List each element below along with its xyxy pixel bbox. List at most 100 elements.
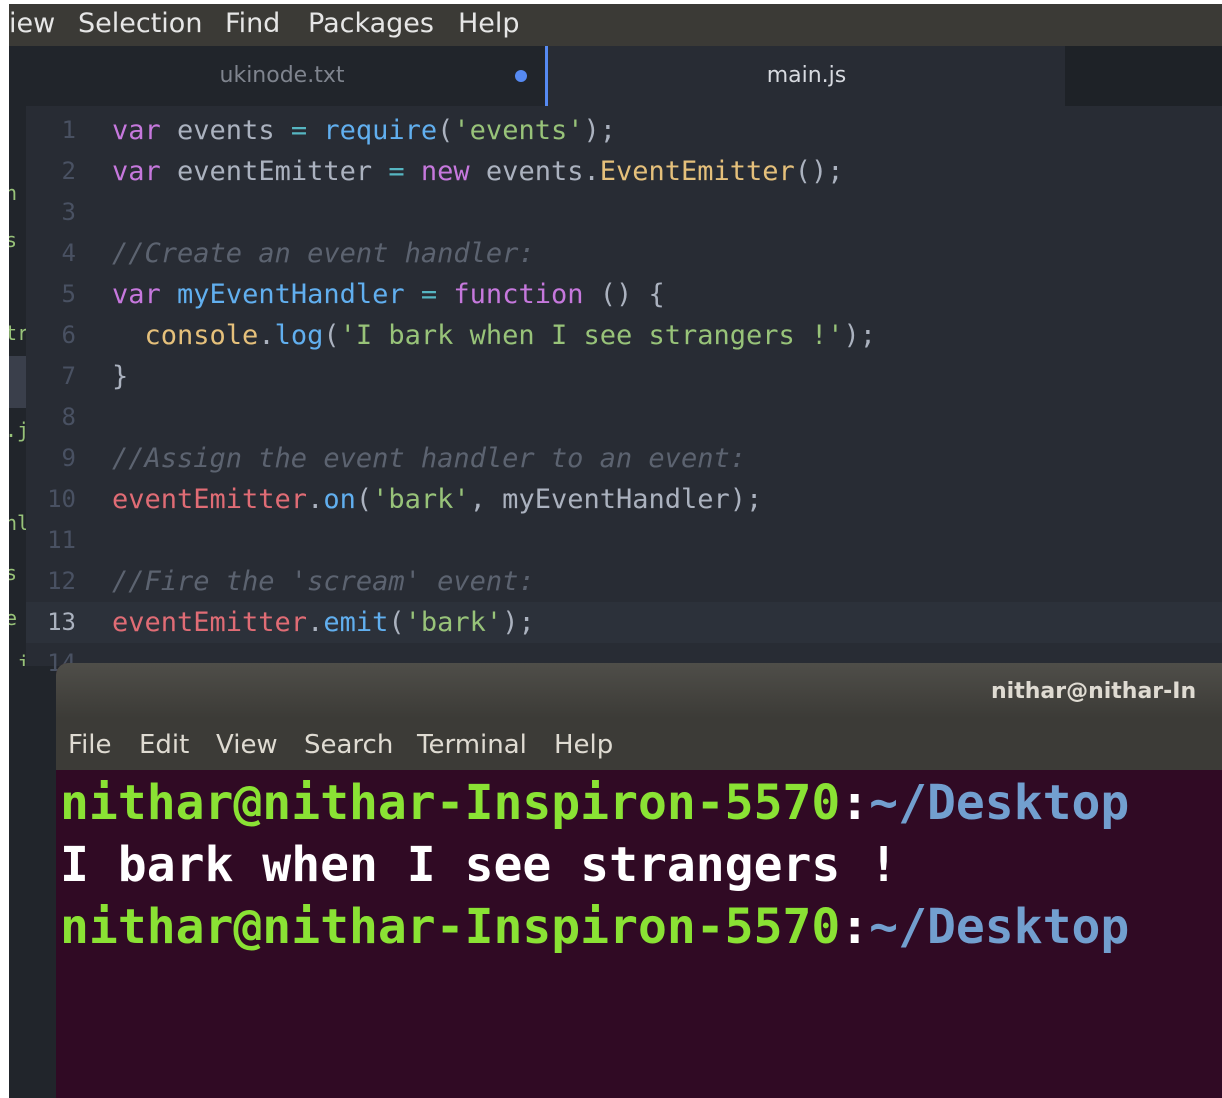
line-number[interactable]: 9	[26, 438, 76, 479]
line-number[interactable]: 7	[26, 356, 76, 397]
code-token: .	[307, 484, 324, 515]
menu-selection[interactable]: Selection	[78, 4, 202, 46]
prompt-separator: :	[840, 775, 870, 831]
code-token: 'I bark when I see strangers !'	[339, 320, 844, 351]
terminal-menu-file[interactable]: File	[68, 718, 112, 770]
tree-item[interactable]: e	[9, 606, 17, 630]
terminal-menubar: File Edit View Search Terminal Help	[56, 718, 1222, 770]
tree-item[interactable]: .j:	[9, 651, 26, 666]
line-number[interactable]: 4	[26, 233, 76, 274]
code-line[interactable]: eventEmitter.on('bark', myEventHandler);	[112, 479, 762, 520]
tree-item[interactable]: s	[9, 228, 17, 252]
code-line[interactable]: //Create an event handler:	[112, 233, 535, 274]
code-token: require	[323, 115, 438, 146]
tree-item[interactable]: tr	[9, 321, 26, 345]
line-number[interactable]: 13	[26, 602, 76, 643]
code-line[interactable]: eventEmitter.emit('bark');	[112, 602, 535, 643]
tree-item[interactable]: s	[9, 561, 17, 585]
code-token: );	[583, 115, 616, 146]
terminal-prompt-line: nithar@nithar-Inspiron-5570:~/Desktop	[60, 772, 1129, 834]
menu-view[interactable]: iew	[9, 4, 55, 46]
prompt-path: ~/Desktop	[869, 775, 1130, 831]
code-token: );	[502, 607, 535, 638]
prompt-user: nithar@nithar-Inspiron-5570	[60, 775, 841, 831]
code-token: myEventHandler	[177, 279, 405, 310]
tab-ukinode-txt[interactable]: ukinode.txt	[21, 46, 543, 106]
code-token: , myEventHandler);	[469, 484, 763, 515]
code-token: events.	[469, 156, 600, 187]
code-line[interactable]: }	[112, 356, 128, 397]
line-number[interactable]: 10	[26, 479, 76, 520]
code-token: 'events'	[453, 115, 584, 146]
code-token: eventEmitter	[160, 156, 389, 187]
terminal-titlebar[interactable]: nithar@nithar-In	[56, 663, 1222, 718]
code-token: =	[290, 115, 308, 146]
terminal-menu-edit[interactable]: Edit	[139, 718, 189, 770]
code-token: emit	[323, 607, 389, 638]
tree-item[interactable]: n	[9, 181, 17, 205]
code-token: =	[388, 156, 405, 187]
code-editor[interactable]: 1234567891011121314var events = require(…	[26, 106, 1222, 677]
tab-label: main.js	[766, 63, 847, 88]
code-line[interactable]: var myEventHandler = function () {	[112, 274, 665, 315]
code-token: EventEmitter	[599, 156, 795, 187]
code-token: =	[420, 279, 438, 310]
code-token: }	[112, 361, 129, 392]
tab-bar-empty-area	[1065, 46, 1222, 106]
code-token: eventEmitter	[112, 484, 308, 515]
code-token: ();	[794, 156, 844, 187]
code-token: .	[307, 607, 324, 638]
prompt-path: ~/Desktop	[869, 899, 1130, 955]
terminal-output[interactable]: nithar@nithar-Inspiron-5570:~/Desktop I …	[56, 770, 1222, 1098]
code-line[interactable]: //Fire the 'scream' event:	[112, 561, 535, 602]
tab-main-js[interactable]: main.js	[545, 46, 1065, 106]
terminal-menu-search[interactable]: Search	[304, 718, 393, 770]
code-token: 'bark'	[404, 607, 503, 638]
code-line[interactable]: var events = require('events');	[112, 110, 616, 151]
terminal-title: nithar@nithar-In	[991, 679, 1197, 704]
terminal-menu-view[interactable]: View	[216, 718, 278, 770]
line-number[interactable]: 6	[26, 315, 76, 356]
code-token: new	[420, 156, 470, 187]
code-token: var	[112, 279, 161, 310]
app-menubar: iew Selection Find Packages Help	[9, 4, 1222, 46]
menu-packages[interactable]: Packages	[308, 4, 434, 46]
code-line[interactable]: //Assign the event handler to an event:	[112, 438, 746, 479]
code-line[interactable]: var eventEmitter = new events.EventEmitt…	[112, 151, 844, 192]
line-number[interactable]: 2	[26, 151, 76, 192]
code-line[interactable]: console.log('I bark when I see strangers…	[112, 315, 877, 356]
line-number[interactable]: 11	[26, 520, 76, 561]
code-token: var	[112, 156, 161, 187]
prompt-separator: :	[840, 899, 870, 955]
code-token: () {	[583, 279, 665, 310]
line-number[interactable]: 1	[26, 110, 76, 151]
menu-find[interactable]: Find	[225, 4, 280, 46]
line-number[interactable]: 12	[26, 561, 76, 602]
tab-label: ukinode.txt	[219, 63, 345, 88]
code-token: //Assign the event handler to an event:	[112, 443, 746, 474]
code-token: function	[453, 279, 584, 310]
tree-view[interactable]: n s tr .j nl s e .j:	[9, 106, 26, 666]
code-token: eventEmitter	[112, 607, 308, 638]
code-token: (	[323, 320, 340, 351]
tree-item[interactable]: .j	[9, 418, 26, 442]
tree-item[interactable]: nl	[9, 511, 26, 535]
terminal-menu-help[interactable]: Help	[554, 718, 613, 770]
code-token: (	[437, 115, 454, 146]
line-number[interactable]: 3	[26, 192, 76, 233]
line-number[interactable]: 5	[26, 274, 76, 315]
line-number[interactable]: 8	[26, 397, 76, 438]
code-token: events	[160, 115, 291, 146]
modified-indicator-icon[interactable]	[515, 70, 527, 82]
code-token: console	[144, 320, 259, 351]
menu-help[interactable]: Help	[458, 4, 520, 46]
code-token: (	[355, 484, 373, 515]
code-token: //Fire the 'scream' event:	[112, 566, 535, 597]
prompt-user: nithar@nithar-Inspiron-5570	[60, 899, 841, 955]
code-token: var	[112, 115, 161, 146]
terminal-menu-terminal[interactable]: Terminal	[417, 718, 527, 770]
